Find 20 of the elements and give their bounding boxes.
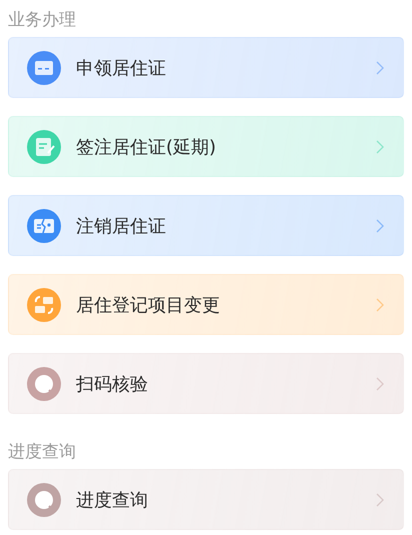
chevron-right-icon [375,218,385,234]
chevron-right-icon [375,138,385,154]
service-label: 注销居住证 [76,214,167,238]
service-label: 扫码核验 [76,372,149,396]
service-card[interactable]: 扫码核验 [8,353,404,414]
service-label: 进度查询 [76,488,149,512]
service-card[interactable]: 进度查询 [8,469,404,530]
chevron-right-icon [375,60,385,76]
service-card[interactable]: 签注居住证(延期) [8,116,404,177]
chevron-right-icon [375,492,385,508]
service-label: 申领居住证 [76,56,167,80]
chevron-right-icon [375,376,385,392]
service-card[interactable]: 注销居住证 [8,195,404,256]
section-title: 业务办理 [8,10,76,30]
service-card[interactable]: 申领居住证 [8,37,404,98]
service-label: 签注居住证(延期) [76,136,218,158]
service-card[interactable]: 居住登记项目变更 [8,274,404,335]
chevron-right-icon [375,296,385,312]
section-title: 进度查询 [8,442,76,462]
service-label: 居住登记项目变更 [76,294,221,316]
